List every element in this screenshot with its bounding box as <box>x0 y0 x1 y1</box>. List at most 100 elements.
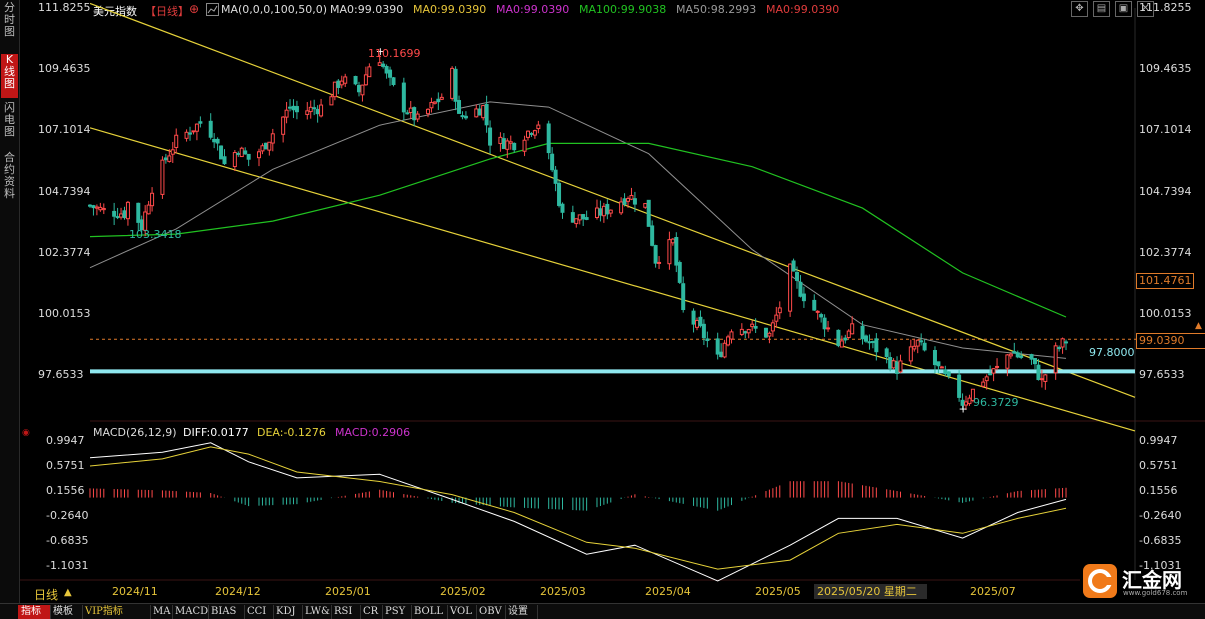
indicator-tab[interactable]: PSY <box>382 605 412 619</box>
candle-body <box>870 340 875 343</box>
candle-body <box>167 155 172 162</box>
candle-body <box>208 120 213 138</box>
candle-body <box>281 116 286 135</box>
macd-collapse-icon[interactable]: ◉ <box>22 428 30 438</box>
candle-body <box>622 198 627 205</box>
candle-body <box>1029 354 1034 360</box>
candle-body <box>529 132 534 135</box>
candle-body <box>867 341 872 344</box>
indicator-tab[interactable]: VIP指标 <box>82 605 151 619</box>
candle-body <box>657 261 662 264</box>
candle-body <box>425 108 430 115</box>
indicator-tab[interactable]: MA <box>150 605 173 619</box>
macd-tick-label: -0.2640 <box>1139 509 1182 523</box>
candle-body <box>484 103 489 126</box>
candle-body <box>146 204 151 215</box>
candle-body <box>119 213 124 218</box>
candle-body <box>715 338 720 355</box>
candle-body <box>598 208 603 216</box>
candle-body <box>560 203 565 213</box>
candle-body <box>219 145 224 160</box>
price-tick-label: 109.4635 <box>1139 62 1192 76</box>
candle-body <box>791 260 796 272</box>
candle-body <box>115 216 120 219</box>
candle-body <box>991 368 996 374</box>
indicator-tab[interactable]: CCI <box>244 605 274 619</box>
candle-body <box>739 328 744 335</box>
candle-body <box>391 77 396 86</box>
price-tick-label: 104.7394 <box>1139 184 1192 198</box>
candle-body <box>1036 364 1041 381</box>
candle-body <box>550 153 555 171</box>
indicator-tab[interactable]: 指标 <box>18 605 51 619</box>
candle-body <box>1057 347 1062 350</box>
candle-body <box>415 113 420 120</box>
candle-body <box>232 152 237 168</box>
candle-body <box>329 96 334 106</box>
macd-tick-label: 0.9947 <box>46 434 85 448</box>
macd-dea: DEA:-0.1276 <box>257 426 326 439</box>
candle-body <box>726 336 731 346</box>
candle-body <box>526 130 531 138</box>
macd-tick-label: -0.6835 <box>46 534 89 548</box>
candle-body <box>553 169 558 184</box>
current-price-box: 99.0390 <box>1136 333 1205 349</box>
trendline <box>89 2 1136 398</box>
indicator-tab[interactable]: VOL <box>447 605 477 619</box>
chevron-up-icon[interactable]: ▲ <box>64 587 72 598</box>
price-tick-label: 104.7394 <box>38 184 91 198</box>
candle-body <box>463 115 468 119</box>
indicator-toolbar: 指标 模板 VIP指标 MA MACD BIAS CCI KDJ LW& RSI CR PSY BOLL… <box>0 603 1205 619</box>
macd-tick-label: 0.9947 <box>1139 434 1178 448</box>
candle-body <box>767 332 772 337</box>
x-tick-label: 2024/11 <box>112 585 158 598</box>
indicator-tab[interactable]: KDJ <box>273 605 303 619</box>
candle-body <box>1039 378 1044 381</box>
candle-body <box>315 108 320 115</box>
macd-tick-label: -0.6835 <box>1139 534 1182 548</box>
indicator-tab[interactable]: 设置 <box>505 605 538 619</box>
macd-tick-label: 0.1556 <box>1139 484 1178 498</box>
macd-tick-label: 0.5751 <box>1139 459 1178 473</box>
indicator-tab[interactable]: RSI <box>331 605 361 619</box>
candle-body <box>632 198 637 205</box>
candle-body <box>401 82 406 113</box>
candle-body <box>412 107 417 121</box>
indicator-tab[interactable]: LW& <box>302 605 332 619</box>
indicator-tab[interactable]: 模板 <box>50 605 83 619</box>
price-tick-label: 111.8255 <box>38 1 91 14</box>
candle-body <box>888 357 893 369</box>
candle-body <box>122 210 127 219</box>
candle-body <box>405 112 410 115</box>
candle-body <box>753 326 758 329</box>
candle-body <box>94 206 99 209</box>
candle-body <box>260 145 265 152</box>
candle-body <box>788 263 793 312</box>
candle-body <box>319 104 324 117</box>
candle-body <box>474 108 479 118</box>
logo-url: www.gold678.com <box>1123 589 1188 597</box>
indicator-tab[interactable]: MACD <box>172 605 209 619</box>
candle-body <box>439 96 444 100</box>
candle-body <box>908 346 913 362</box>
candle-body <box>798 281 803 297</box>
candle-body <box>1008 353 1013 357</box>
candle-body <box>874 338 879 353</box>
indicator-tab[interactable]: BOLL <box>411 605 448 619</box>
candle-body <box>160 159 165 195</box>
x-tick-label: 2025/05 <box>755 585 801 598</box>
kline-chart: ++ <box>20 2 1205 582</box>
indicator-tab[interactable]: BIAS <box>208 605 245 619</box>
candle-body <box>1012 351 1017 354</box>
indicator-tab[interactable]: OBV <box>476 605 506 619</box>
indicator-tab[interactable]: CR <box>360 605 383 619</box>
candle-body <box>1053 345 1058 374</box>
period-dropdown[interactable]: 日线 <box>34 586 58 603</box>
candle-body <box>819 314 824 318</box>
candle-body <box>367 66 372 78</box>
candle-body <box>846 330 851 339</box>
candle-body <box>839 340 844 348</box>
candle-body <box>150 192 155 207</box>
x-tick-label: 2025/04 <box>645 585 691 598</box>
candle-body <box>770 322 775 332</box>
